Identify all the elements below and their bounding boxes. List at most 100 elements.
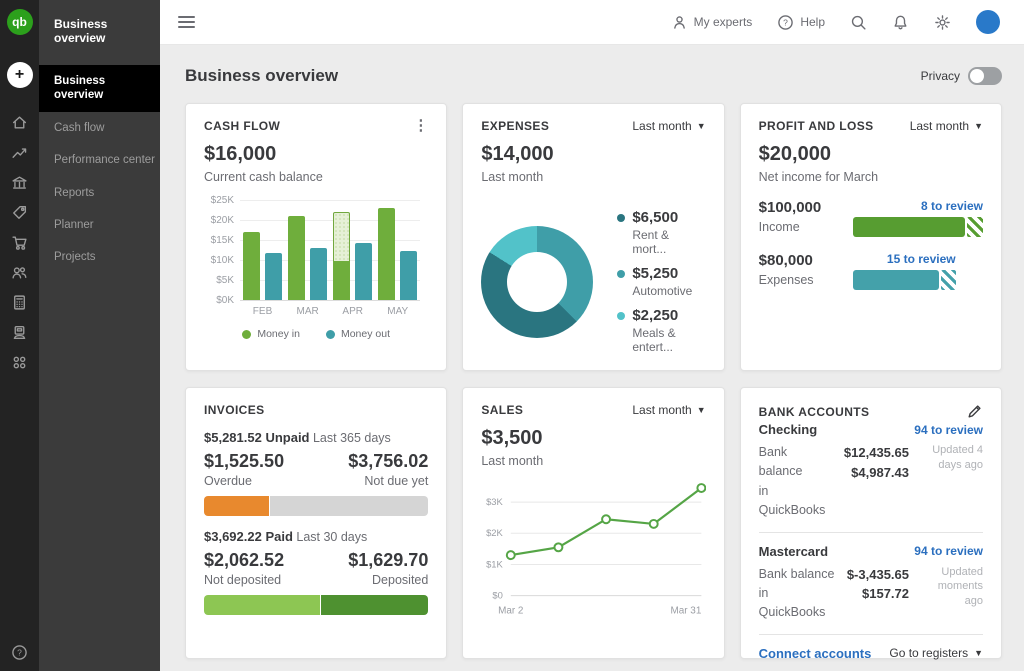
my-experts-button[interactable]: My experts [671,14,753,31]
review-link[interactable]: 15 to review [853,252,956,266]
apps-icon[interactable] [11,353,29,371]
terminal-icon[interactable] [11,323,29,341]
gear-icon[interactable] [934,14,951,31]
review-link[interactable]: 94 to review [914,544,983,558]
pnl-right: 8 to review [853,199,983,237]
bar-money-in-apr[interactable] [333,200,350,300]
invoices-section-header: $3,692.22 Paid Last 30 days [204,529,428,544]
expense-legend-item-rent-mort: $6,500Rent & mort... [617,209,705,256]
bar-money-in-may[interactable] [378,208,395,300]
cart-icon[interactable] [11,233,29,251]
hamburger-menu-icon[interactable] [178,13,195,31]
bar-money-in-feb[interactable] [243,232,260,300]
left-amount: $2,062.52 [204,550,284,571]
home-icon[interactable] [11,113,29,131]
expenses-title: EXPENSES [481,119,549,133]
new-button[interactable]: + [7,62,33,88]
svg-text:Mar 31: Mar 31 [671,606,702,617]
profit-loss-caption: Net income for March [759,170,983,184]
bank-icon[interactable] [11,173,29,191]
legend-label: Money in [257,328,300,340]
go-to-registers-dropdown[interactable]: Go to registers▼ [889,646,983,660]
bar-hatch [967,217,983,237]
quickbooks-logo[interactable]: qb [7,9,33,35]
divider [759,634,983,635]
sales-card: SALES Last month▼ $3,500 Last month $3K$… [462,387,724,659]
sidebar-header: Business overview [39,0,160,65]
account-name: Mastercard [759,544,828,559]
bar-groups [240,200,420,300]
review-link[interactable]: 8 to review [853,199,983,213]
account-details: Bank balancein QuickBooks$-3,435.65$157.… [759,565,983,623]
account-name: Checking [759,422,818,437]
expenses-period-dropdown[interactable]: Last month▼ [632,119,705,133]
cash-flow-legend: Money inMoney out [204,328,428,340]
pnl-bar[interactable] [853,270,956,290]
sidebar-item-projects[interactable]: Projects [39,241,160,273]
trends-icon[interactable] [11,143,29,161]
cash-flow-amount: $16,000 [204,143,428,166]
sales-period-dropdown[interactable]: Last month▼ [632,403,705,417]
cash-flow-title: CASH FLOW [204,119,280,133]
legend-money-in: Money in [242,328,300,340]
invoices-progress-bar[interactable] [204,496,428,516]
sales-line-chart[interactable]: $3K$2K$1K$0Mar 2Mar 31 [481,474,705,631]
help-circle-icon: ? [777,14,794,31]
page-title: Business overview [185,66,338,86]
help-icon[interactable]: ? [11,643,29,661]
sidebar-item-business-overview[interactable]: Business overview [39,65,160,112]
sidebar-item-reports[interactable]: Reports [39,177,160,209]
expenses-donut-chart[interactable] [481,226,593,338]
y-axis-tick: $0K [216,295,234,306]
bank-account-mastercard: Mastercard 94 to review Bank balancein Qui… [759,544,983,623]
help-button[interactable]: ? Help [777,14,825,31]
updated-text: Updated moments ago [921,565,983,623]
customers-icon[interactable] [11,263,29,281]
balance-value: $4,987.43 [844,463,909,483]
right-amount: $1,629.70 [348,550,428,571]
review-link[interactable]: 94 to review [914,423,983,437]
legend-dot [617,214,625,222]
sidebar-item-planner[interactable]: Planner [39,209,160,241]
bank-accounts-title: BANK ACCOUNTS [759,405,870,419]
bar-solid [853,217,965,237]
chevron-down-icon: ▼ [974,648,983,658]
connect-accounts-link[interactable]: Connect accounts [759,646,872,661]
chevron-down-icon: ▼ [974,121,983,131]
pnl-bar[interactable] [853,217,983,237]
bar-solid [853,270,939,290]
invoices-progress-bar[interactable] [204,595,428,615]
search-icon[interactable] [850,14,867,31]
account-header: Checking 94 to review [759,422,983,437]
y-axis-tick: $20K [211,215,234,226]
sidebar-item-performance-center[interactable]: Performance center [39,144,160,176]
invoices-amounts: $1,525.50$3,756.02 [204,451,428,472]
bar-money-out-mar[interactable] [310,248,327,300]
bar-money-out-apr[interactable] [355,243,372,300]
bar-group-mar [288,200,327,300]
profit-loss-amount: $20,000 [759,143,983,166]
bar-money-out-feb[interactable] [265,253,282,300]
bar-money-out-may[interactable] [400,251,417,300]
topbar-actions: My experts ? Help [671,10,1000,34]
tag-icon[interactable] [11,203,29,221]
account-amounts: $-3,435.65$157.72 [847,565,909,623]
profit-loss-period-dropdown[interactable]: Last month▼ [910,119,983,133]
bell-icon[interactable] [892,14,909,31]
expense-label: Meals & entert... [632,326,705,354]
sidebar-item-cash-flow[interactable]: Cash flow [39,112,160,144]
privacy-toggle[interactable] [968,67,1002,85]
invoices-section-paid: $3,692.22 Paid Last 30 days $2,062.52 $1,6… [204,529,428,615]
svg-text:?: ? [17,647,22,657]
avatar[interactable] [976,10,1000,34]
cash-flow-bar-chart[interactable]: $25K$20K$15K$10K$5K$0K [240,200,420,300]
rail-icon-list [11,113,29,371]
bar-money-in-mar[interactable] [288,216,305,300]
invoices-sections: $5,281.52 Unpaid Last 365 days$1,525.50$… [204,430,428,615]
calculator-icon[interactable] [11,293,29,311]
svg-text:$0: $0 [493,590,503,601]
pencil-icon[interactable] [966,403,983,420]
expenses-caption: Last month [481,170,705,184]
expenses-card: EXPENSES Last month▼ $14,000 Last month … [462,103,724,371]
kebab-menu-icon[interactable]: ⋮ [413,121,428,131]
